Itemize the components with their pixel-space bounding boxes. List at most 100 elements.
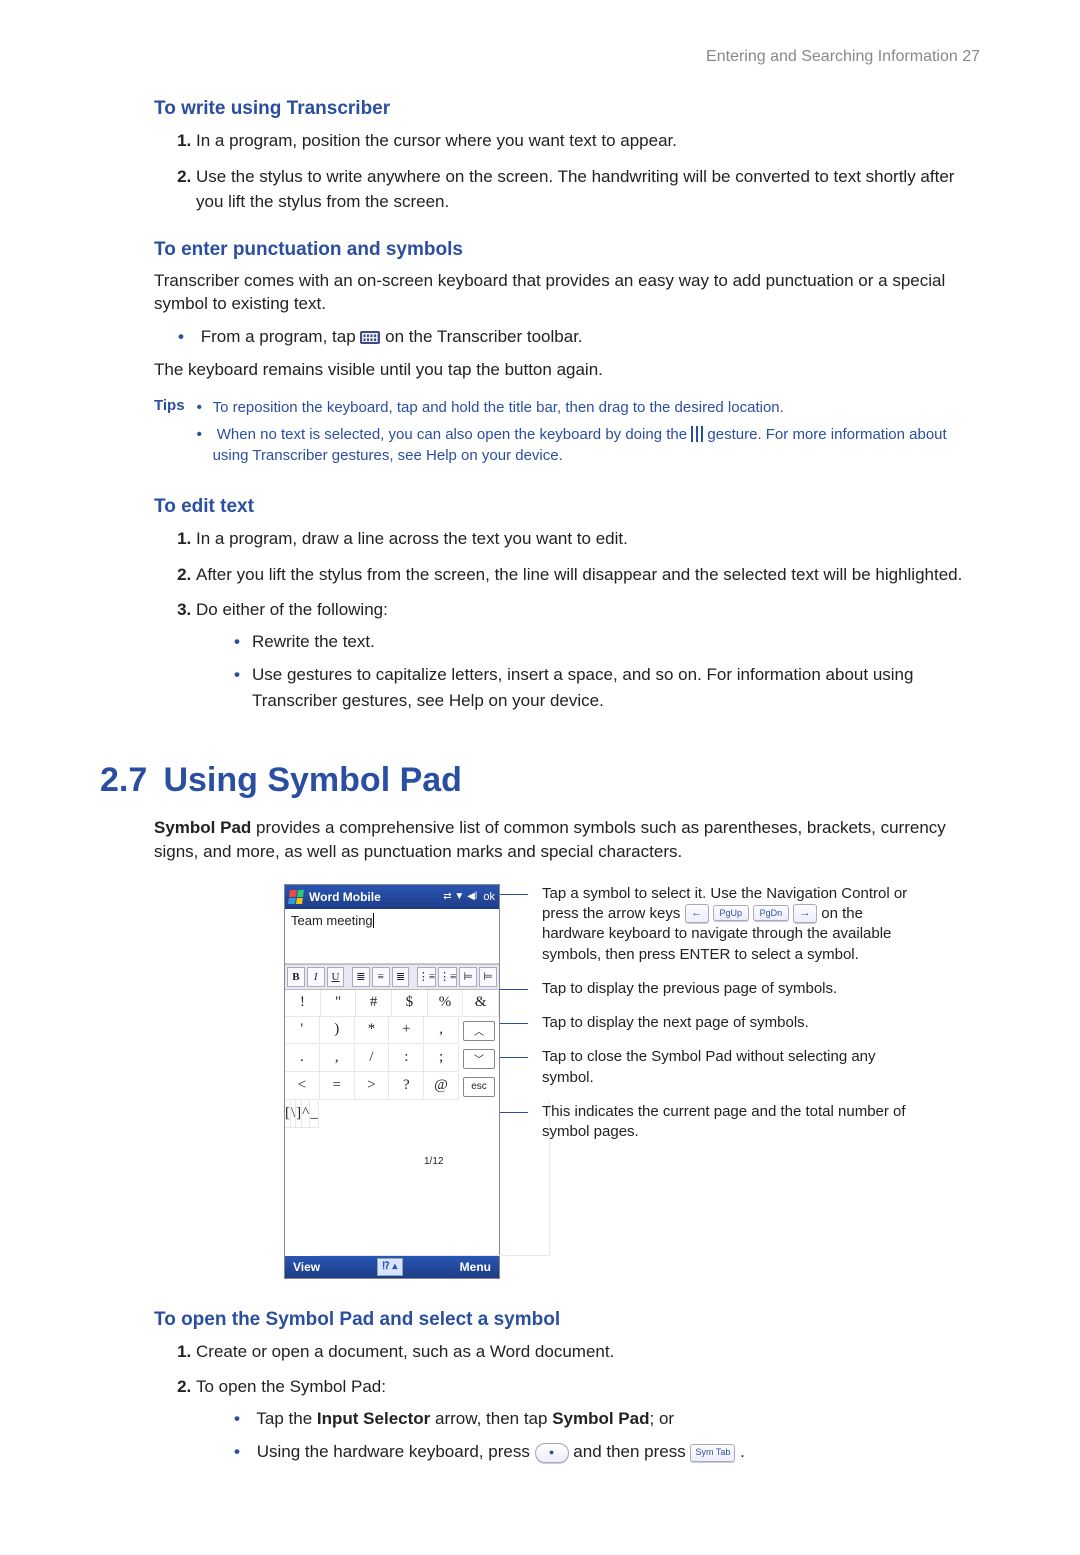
italic-button[interactable]: I [307, 967, 325, 987]
bold-button[interactable]: B [287, 967, 305, 987]
heading-open-symbol-pad: To open the Symbol Pad and select a symb… [154, 1309, 980, 1331]
menu-softkey[interactable]: Menu [460, 1260, 491, 1274]
align-right-button[interactable]: ≣ [392, 967, 410, 987]
term: Input Selector [317, 1409, 430, 1428]
sym-tab-key-icon: Sym Tab [690, 1444, 735, 1462]
running-header: Entering and Searching Information 27 [100, 48, 980, 66]
callouts: Tap a symbol to select it. Use the Navig… [528, 884, 928, 1157]
bullets-button[interactable]: ⋮≡ [417, 967, 436, 987]
sub-bullet: Using the hardware keyboard, press ● and… [252, 1439, 980, 1465]
symbol-cell[interactable]: , [320, 1045, 355, 1072]
step: After you lift the stylus from the scree… [196, 562, 980, 588]
prev-page-button[interactable]: ︿ [463, 1021, 495, 1041]
symbol-cell[interactable]: / [355, 1045, 390, 1072]
sub-bullet: Use gestures to capitalize letters, inse… [252, 662, 980, 713]
text: To open the Symbol Pad: [196, 1377, 386, 1396]
text: ; or [650, 1409, 675, 1428]
indent-button[interactable]: ⊨ [479, 967, 497, 987]
title-status-icons: ⇄ ▼ ◀ǀ [443, 891, 477, 902]
section-title-text: Using Symbol Pad [163, 761, 462, 799]
symbol-cell[interactable]: $ [392, 990, 428, 1017]
title-bar: Word Mobile ⇄ ▼ ◀ǀ ok [285, 885, 499, 909]
outdent-button[interactable]: ⊨ [459, 967, 477, 987]
align-center-button[interactable]: ≡ [372, 967, 390, 987]
step: In a program, position the cursor where … [196, 128, 980, 154]
callout-page-indicator: This indicates the current page and the … [528, 1102, 928, 1143]
text: provides a comprehensive list of common … [154, 818, 946, 861]
tips-block: Tips To reposition the keyboard, tap and… [154, 397, 980, 472]
view-softkey[interactable]: View [293, 1260, 320, 1274]
section-heading: 2.7 Using Symbol Pad [100, 761, 980, 800]
symbol-cell[interactable]: = [320, 1073, 355, 1100]
windows-flag-icon [288, 890, 304, 904]
paragraph: Symbol Pad provides a comprehensive list… [154, 816, 980, 864]
term: Symbol Pad [552, 1409, 649, 1428]
symbol-cell[interactable]: ) [320, 1017, 355, 1044]
tips-label: Tips [154, 397, 185, 472]
symbol-cell[interactable]: & [463, 990, 499, 1017]
symbol-cell[interactable]: # [356, 990, 392, 1017]
soft-key-bar: View ⁉ ▴ Menu [285, 1256, 499, 1278]
symbol-pad-screenshot: Word Mobile ⇄ ▼ ◀ǀ ok Team meeting B I U… [284, 884, 500, 1279]
paragraph: The keyboard remains visible until you t… [154, 358, 980, 382]
text: Using the hardware keyboard, press [257, 1442, 535, 1461]
callout-next-page: Tap to display the next page of symbols. [528, 1013, 928, 1033]
symbol-cell[interactable]: @ [424, 1073, 459, 1100]
esc-button[interactable]: esc [463, 1077, 495, 1097]
symbol-cell[interactable]: ' [285, 1017, 320, 1044]
symbol-cell[interactable]: " [321, 990, 357, 1017]
underline-button[interactable]: U [327, 967, 345, 987]
symbol-cell[interactable]: , [424, 1017, 459, 1044]
symbol-cell[interactable]: % [428, 990, 464, 1017]
symbol-cell[interactable]: ? [389, 1073, 424, 1100]
symbol-cell[interactable]: . [285, 1045, 320, 1072]
align-left-button[interactable]: ≣ [352, 967, 370, 987]
window-title: Word Mobile [309, 890, 437, 904]
step: Create or open a document, such as a Wor… [196, 1339, 980, 1365]
text: and then press [573, 1442, 690, 1461]
symbol-cell[interactable]: ! [285, 990, 321, 1017]
symbol-cell[interactable]: : [389, 1045, 424, 1072]
text: When no text is selected, you can also o… [217, 426, 691, 443]
symbol-cell[interactable]: ^ [302, 1101, 310, 1128]
callout-prev-page: Tap to display the previous page of symb… [528, 979, 928, 999]
symbol-cell[interactable]: < [285, 1073, 320, 1100]
text: arrow, then tap [430, 1409, 552, 1428]
dot-key-icon: ● [535, 1443, 569, 1463]
sip-button[interactable]: ⁉ ▴ [377, 1258, 403, 1276]
heading-edit-text: To edit text [154, 496, 980, 518]
arrow-right-key: → [793, 904, 817, 923]
symbol-cell[interactable]: _ [310, 1101, 319, 1128]
symbol-cell[interactable]: ; [424, 1045, 459, 1072]
heading-write-transcriber: To write using Transcriber [154, 98, 980, 120]
text: on the Transcriber toolbar. [385, 327, 583, 346]
symbol-cell[interactable]: + [389, 1017, 424, 1044]
document-area[interactable]: Team meeting [285, 909, 499, 964]
keyboard-icon [360, 331, 380, 344]
tip: To reposition the keyboard, tap and hold… [197, 397, 980, 418]
text: Do either of the following: [196, 600, 388, 619]
term: Symbol Pad [154, 818, 251, 837]
ok-button[interactable]: ok [483, 891, 495, 903]
sub-bullet: Tap the Input Selector arrow, then tap S… [252, 1406, 980, 1432]
paragraph: Transcriber comes with an on-screen keyb… [154, 269, 980, 317]
callout-close: Tap to close the Symbol Pad without sele… [528, 1047, 928, 1088]
pgdn-key: PgDn [753, 905, 789, 921]
pgup-key: PgUp [713, 905, 749, 921]
document-text: Team meeting [291, 913, 373, 928]
sub-bullet: Rewrite the text. [252, 629, 980, 655]
symbol-cell[interactable]: > [355, 1073, 390, 1100]
callout-select: Tap a symbol to select it. Use the Navig… [528, 884, 928, 965]
tip: When no text is selected, you can also o… [197, 424, 980, 466]
step: In a program, draw a line across the tex… [196, 526, 980, 552]
symbol-grid[interactable]: !"#$%&')*+,︿.,/:;﹀<=>?@esc[\]^_1/12 [285, 990, 499, 1256]
text: Tap the [256, 1409, 317, 1428]
step: Do either of the following: Rewrite the … [196, 597, 980, 713]
numbering-button[interactable]: ⋮≡ [438, 967, 457, 987]
symbol-cell[interactable]: * [355, 1017, 390, 1044]
section-number: 2.7 [100, 761, 154, 800]
gesture-icon [691, 426, 703, 442]
next-page-button[interactable]: ﹀ [463, 1049, 495, 1069]
text: From a program, tap [201, 327, 361, 346]
arrow-left-key: ← [685, 904, 709, 923]
